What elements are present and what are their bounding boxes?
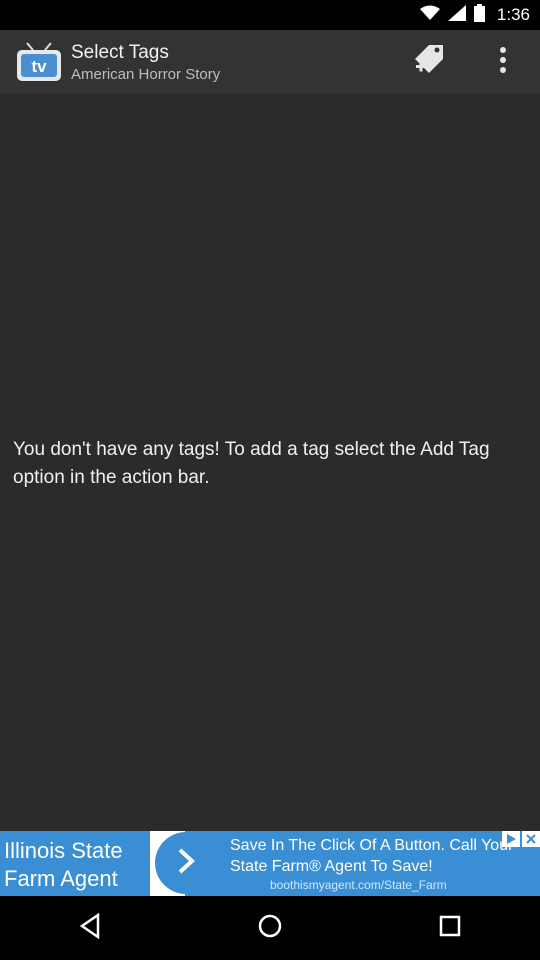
- navigation-bar: [0, 896, 540, 960]
- chevron-right-icon: [174, 847, 198, 880]
- tag-list-area: You don't have any tags! To add a tag se…: [0, 95, 540, 831]
- page-subtitle: American Horror Story: [71, 66, 221, 83]
- page-title: Select Tags: [71, 42, 169, 63]
- status-icons: 1:36: [419, 0, 530, 30]
- overflow-menu-button[interactable]: [485, 44, 521, 80]
- home-icon: [257, 913, 283, 944]
- ad-info-icon[interactable]: [502, 831, 520, 847]
- wifi-icon: [419, 5, 440, 26]
- action-bar: tv Select Tags American Horror Story: [0, 30, 540, 95]
- back-button[interactable]: [60, 898, 120, 958]
- ad-url[interactable]: boothismyagent.com/State_Farm: [270, 878, 447, 892]
- ad-headline[interactable]: Save In The Click Of A Button. Call Your…: [230, 835, 520, 877]
- svg-text:tv: tv: [31, 57, 47, 76]
- overflow-menu-icon: [499, 46, 507, 79]
- ad-close-icon[interactable]: [522, 831, 540, 847]
- home-button[interactable]: [240, 898, 300, 958]
- back-icon: [78, 912, 102, 944]
- ad-arrow-button[interactable]: [155, 832, 217, 894]
- add-tag-icon: [413, 43, 445, 82]
- status-bar: 1:36: [0, 0, 540, 30]
- ad-left-panel[interactable]: Illinois State Farm Agent: [0, 831, 150, 896]
- battery-icon: [473, 3, 485, 27]
- tv-icon[interactable]: tv: [16, 41, 62, 83]
- title-block: Select Tags American Horror Story: [71, 42, 220, 85]
- ad-banner[interactable]: Illinois State Farm Agent Save In The Cl…: [0, 831, 540, 896]
- ad-left-text: Illinois State Farm Agent: [4, 838, 123, 891]
- empty-tags-message: You don't have any tags! To add a tag se…: [13, 439, 490, 488]
- signal-icon: [447, 4, 466, 26]
- recents-icon: [439, 915, 461, 942]
- recents-button[interactable]: [420, 898, 480, 958]
- ad-controls: [502, 831, 540, 847]
- status-time: 1:36: [496, 5, 530, 24]
- add-tag-button[interactable]: [411, 44, 447, 80]
